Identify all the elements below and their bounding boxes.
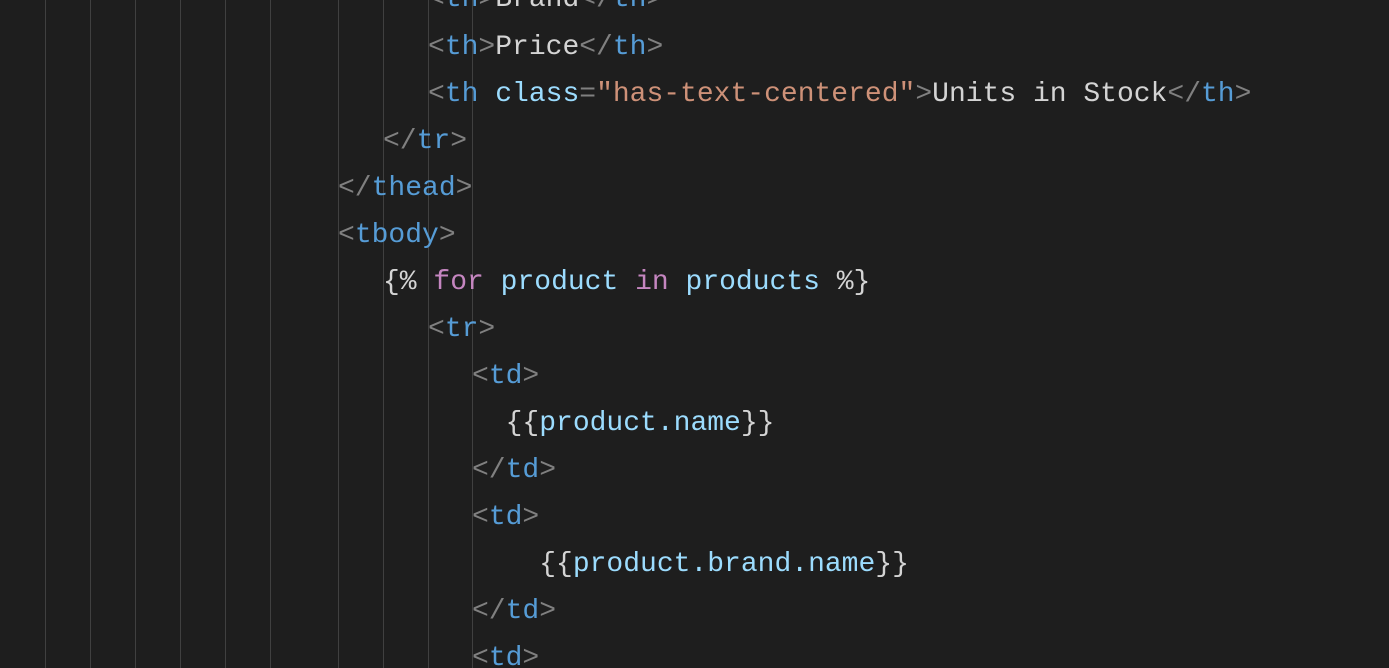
- code-editor[interactable]: <th>Brand</th><th>Price</th><th class="h…: [0, 0, 1389, 668]
- indent-guides: [0, 0, 67, 668]
